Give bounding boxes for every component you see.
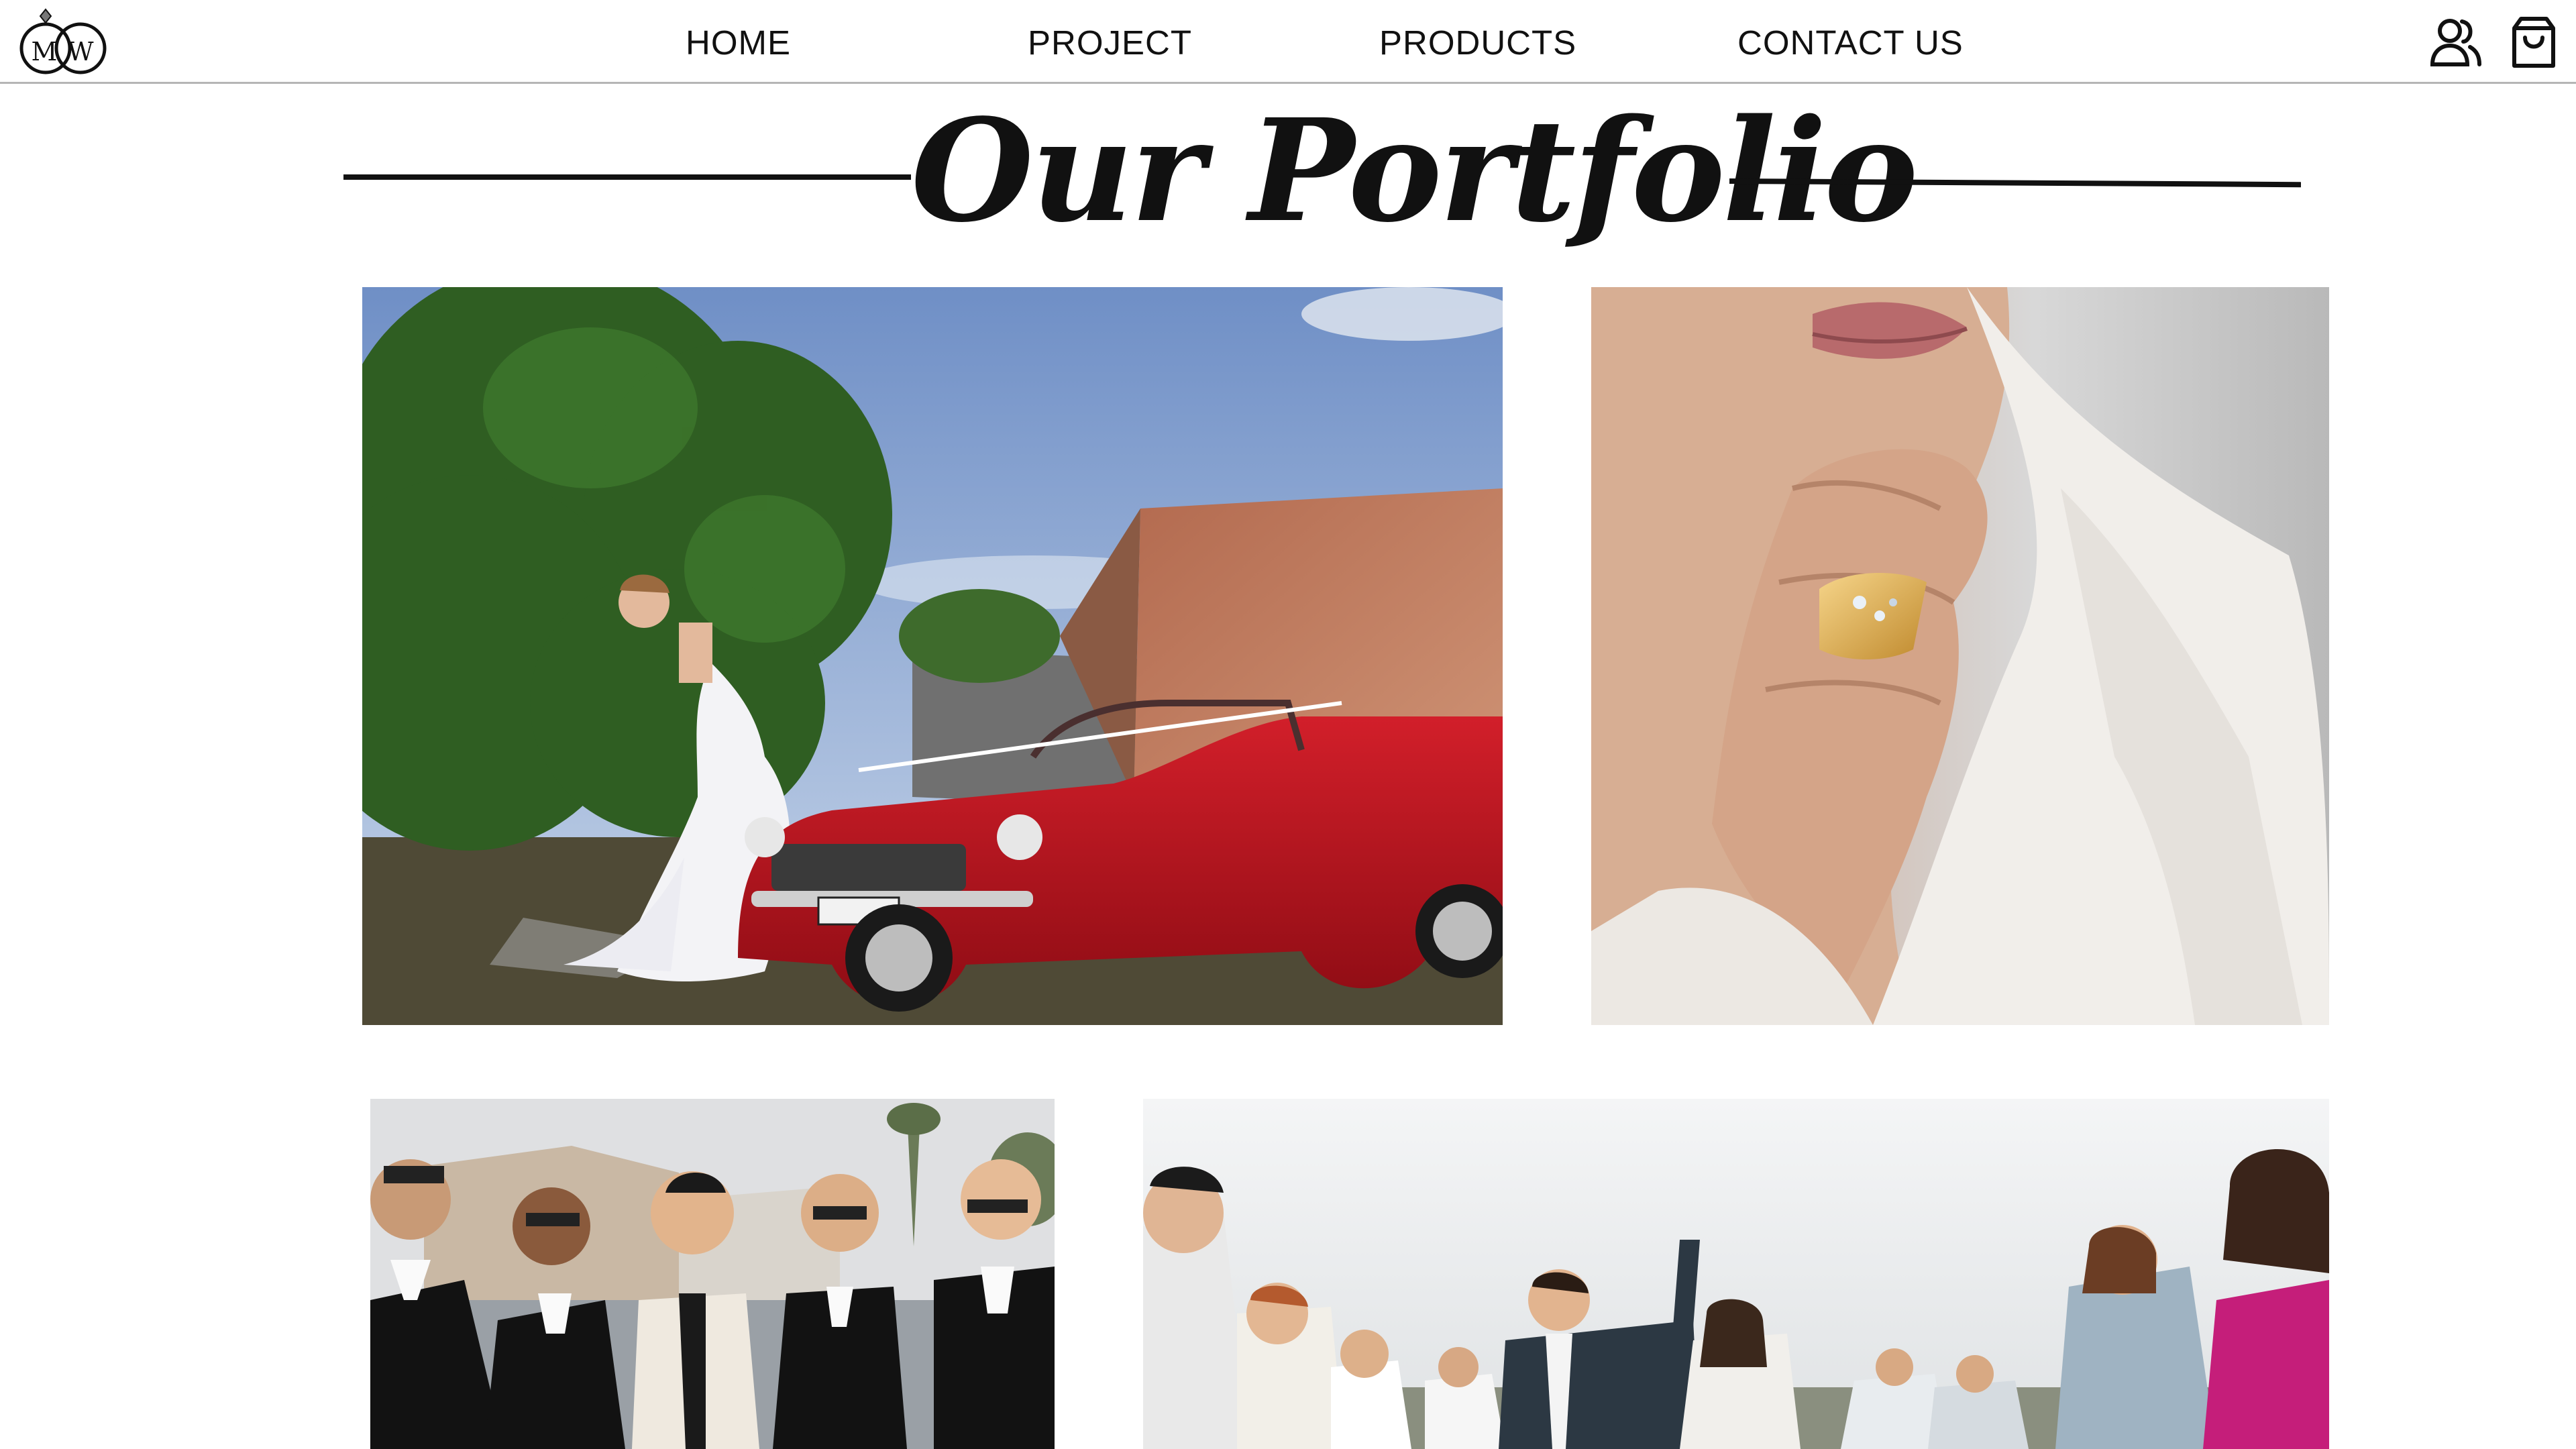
shopping-bag-icon: [2512, 17, 2555, 68]
site-header: M W HOME PROJECT PRODUCTS CONTACT US: [0, 0, 2576, 84]
cart-button[interactable]: [2506, 15, 2561, 70]
nav-contact-us[interactable]: CONTACT US: [1737, 23, 1964, 62]
portfolio-photo-ring[interactable]: [1591, 287, 2329, 1025]
title-divider-left: [343, 174, 911, 180]
page-title: Our Portfolio: [911, 88, 1918, 254]
bride-car-image: [362, 287, 1503, 1025]
svg-text:M: M: [32, 37, 58, 66]
user-icon: [2430, 19, 2481, 66]
portfolio-photo-bride-car[interactable]: [362, 287, 1503, 1025]
portfolio-photo-celebration[interactable]: [1143, 1099, 2329, 1449]
celebration-image: [1143, 1099, 2329, 1449]
brand-logo[interactable]: M W: [13, 7, 113, 77]
portfolio-photo-groomsmen[interactable]: [370, 1099, 1055, 1449]
nav-project[interactable]: PROJECT: [1028, 23, 1192, 62]
rings-logo-icon: M W: [19, 8, 107, 74]
groomsmen-image: [370, 1099, 1055, 1449]
nav-products[interactable]: PRODUCTS: [1379, 23, 1576, 62]
ring-hand-image: [1591, 287, 2329, 1025]
svg-text:W: W: [67, 37, 93, 66]
nav-home[interactable]: HOME: [686, 23, 791, 62]
account-button[interactable]: [2428, 15, 2483, 70]
